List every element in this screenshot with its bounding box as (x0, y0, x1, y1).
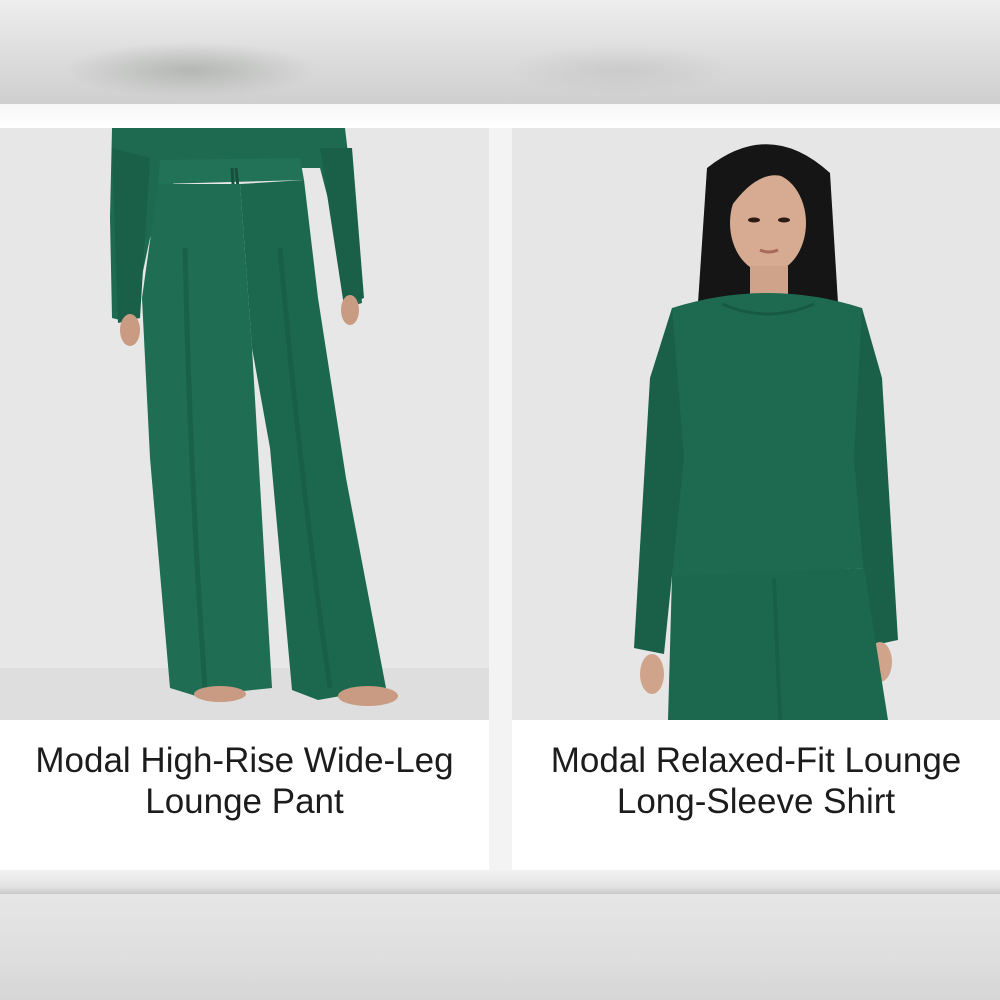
product-title-pant[interactable]: Modal High-Rise Wide-Leg Lounge Pant (0, 740, 489, 822)
product-card-pant[interactable]: Modal High-Rise Wide-Leg Lounge Pant (0, 128, 489, 870)
pant-photo (0, 128, 489, 720)
top-divider (0, 104, 1000, 128)
product-collage: Modal High-Rise Wide-Leg Lounge Pant Mod… (0, 0, 1000, 1000)
product-card-shirt[interactable]: Modal Relaxed-Fit Lounge Long-Sleeve Shi… (512, 128, 1000, 870)
blurred-top-band (0, 0, 1000, 104)
product-image-pant[interactable] (0, 128, 489, 720)
card-gutter (489, 128, 512, 870)
bottom-divider (0, 870, 1000, 894)
blurred-bottom-band (0, 894, 1000, 1000)
product-image-shirt[interactable] (512, 128, 1000, 720)
shirt-photo (512, 128, 1000, 720)
product-title-shirt[interactable]: Modal Relaxed-Fit Lounge Long-Sleeve Shi… (512, 740, 1000, 822)
